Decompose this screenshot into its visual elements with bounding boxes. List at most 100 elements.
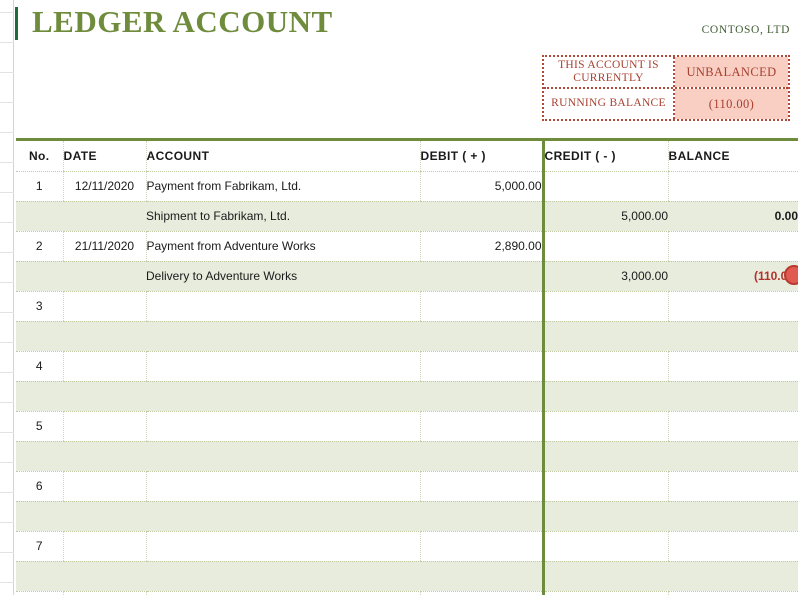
cell-balance[interactable]: [668, 321, 798, 352]
comment-indicator-icon[interactable]: [784, 265, 798, 285]
table-row[interactable]: [16, 321, 798, 352]
cell-balance[interactable]: [667, 231, 798, 262]
table-row[interactable]: 5: [16, 411, 798, 442]
cell-credit[interactable]: [541, 561, 668, 592]
cell-no[interactable]: [16, 561, 63, 592]
cell-account[interactable]: [145, 531, 420, 562]
cell-date[interactable]: [63, 381, 146, 412]
cell-date[interactable]: [62, 471, 146, 502]
cell-account[interactable]: [146, 501, 420, 532]
cell-account[interactable]: [145, 591, 420, 595]
cell-no[interactable]: 7: [16, 531, 63, 562]
cell-no[interactable]: [16, 501, 63, 532]
cell-balance[interactable]: 0.00: [668, 201, 798, 232]
cell-date[interactable]: 21/11/2020: [62, 231, 146, 262]
cell-date[interactable]: [62, 351, 146, 382]
cell-date[interactable]: [63, 201, 146, 232]
cell-account[interactable]: [145, 471, 420, 502]
cell-debit[interactable]: [419, 291, 543, 322]
cell-balance[interactable]: (110.00): [668, 261, 798, 292]
cell-debit[interactable]: [419, 591, 543, 595]
table-row[interactable]: Shipment to Fabrikam, Ltd. 5,000.00 0.00: [16, 201, 798, 232]
cell-debit[interactable]: [420, 561, 543, 592]
cell-credit[interactable]: [541, 381, 668, 412]
cell-no[interactable]: 4: [16, 351, 63, 382]
column-header-date[interactable]: DATE: [62, 141, 146, 172]
cell-date[interactable]: [63, 261, 146, 292]
cell-credit[interactable]: [541, 531, 668, 562]
cell-date[interactable]: [63, 561, 146, 592]
cell-credit[interactable]: 5,000.00: [541, 201, 668, 232]
cell-balance[interactable]: [668, 501, 798, 532]
table-row[interactable]: 2 21/11/2020 Payment from Adventure Works 2…: [16, 231, 798, 262]
cell-date[interactable]: [62, 291, 146, 322]
cell-debit[interactable]: [420, 501, 543, 532]
table-row[interactable]: [16, 441, 798, 472]
cell-debit[interactable]: [420, 441, 543, 472]
cell-credit[interactable]: [541, 411, 668, 442]
cell-no[interactable]: 1: [16, 171, 63, 202]
table-row[interactable]: 4: [16, 351, 798, 382]
cell-account[interactable]: Shipment to Fabrikam, Ltd.: [146, 201, 420, 232]
cell-balance[interactable]: [667, 411, 798, 442]
cell-date[interactable]: [62, 531, 146, 562]
cell-date[interactable]: [63, 501, 146, 532]
cell-balance[interactable]: [668, 441, 798, 472]
cell-credit[interactable]: [541, 351, 668, 382]
cell-date[interactable]: [63, 321, 146, 352]
cell-no[interactable]: [16, 261, 63, 292]
cell-account[interactable]: [146, 561, 420, 592]
cell-date[interactable]: [63, 441, 146, 472]
cell-no[interactable]: [16, 321, 63, 352]
cell-balance[interactable]: [668, 381, 798, 412]
cell-balance[interactable]: [667, 471, 798, 502]
cell-no[interactable]: 3: [16, 291, 63, 322]
cell-account[interactable]: [145, 411, 420, 442]
cell-balance[interactable]: [667, 351, 798, 382]
cell-account[interactable]: Payment from Fabrikam, Ltd.: [145, 171, 420, 202]
cell-debit[interactable]: [419, 351, 543, 382]
cell-balance[interactable]: [667, 591, 798, 595]
cell-account[interactable]: [145, 351, 420, 382]
column-header-debit[interactable]: DEBIT ( + ): [419, 141, 543, 172]
table-row[interactable]: 7: [16, 531, 798, 562]
cell-balance[interactable]: [667, 531, 798, 562]
cell-credit[interactable]: [541, 441, 668, 472]
cell-credit[interactable]: 3,000.00: [541, 261, 668, 292]
cell-no[interactable]: 5: [16, 411, 63, 442]
column-header-balance[interactable]: BALANCE: [667, 141, 798, 172]
cell-account[interactable]: [145, 291, 420, 322]
table-row[interactable]: 6: [16, 471, 798, 502]
table-row[interactable]: 1 12/11/2020 Payment from Fabrikam, Ltd. 5,…: [16, 171, 798, 202]
column-header-credit[interactable]: CREDIT ( - ): [541, 141, 668, 172]
cell-debit[interactable]: [420, 321, 543, 352]
cell-debit[interactable]: [419, 471, 543, 502]
cell-account[interactable]: [146, 381, 420, 412]
cell-account[interactable]: Payment from Adventure Works: [145, 231, 420, 262]
cell-credit[interactable]: [541, 501, 668, 532]
cell-account[interactable]: [146, 441, 420, 472]
cell-balance[interactable]: [668, 561, 798, 592]
cell-date[interactable]: [62, 411, 146, 442]
cell-no[interactable]: [16, 381, 63, 412]
cell-credit[interactable]: [541, 291, 668, 322]
cell-debit[interactable]: 2,890.00: [419, 231, 543, 262]
cell-no[interactable]: 6: [16, 471, 63, 502]
cell-credit[interactable]: [541, 591, 668, 595]
table-row[interactable]: [16, 501, 798, 532]
cell-account[interactable]: [146, 321, 420, 352]
cell-debit[interactable]: [419, 531, 543, 562]
column-header-account[interactable]: ACCOUNT: [145, 141, 420, 172]
cell-debit[interactable]: [419, 411, 543, 442]
cell-balance[interactable]: [667, 171, 798, 202]
cell-date[interactable]: 12/11/2020: [62, 171, 146, 202]
cell-credit[interactable]: [541, 171, 668, 202]
table-row[interactable]: [16, 561, 798, 592]
table-row[interactable]: 3: [16, 291, 798, 322]
cell-debit[interactable]: [420, 261, 543, 292]
cell-debit[interactable]: 5,000.00: [419, 171, 543, 202]
cell-debit[interactable]: [420, 201, 543, 232]
cell-credit[interactable]: [541, 231, 668, 262]
cell-no[interactable]: 8: [16, 591, 63, 595]
column-header-no[interactable]: No.: [16, 141, 63, 172]
